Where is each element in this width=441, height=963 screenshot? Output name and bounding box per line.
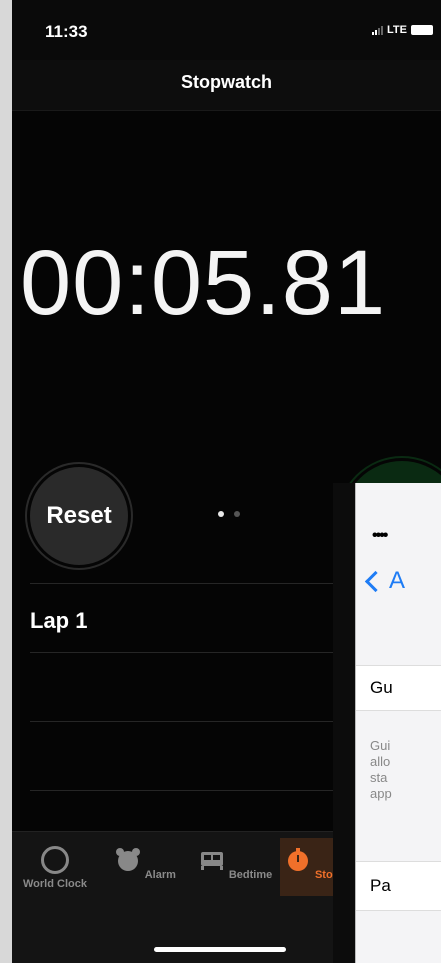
page-indicator[interactable] (218, 511, 240, 517)
status-time: 11:33 (45, 22, 88, 41)
battery-icon (411, 25, 433, 35)
status-bar: 11:33 LTE (12, 0, 441, 60)
home-indicator[interactable] (154, 947, 286, 952)
bed-icon (200, 852, 223, 870)
stopwatch-time-display: 00:05.81 (20, 232, 387, 334)
settings-screenshot-overlay: •••• A Gu Gui allo sta app Pa (333, 483, 441, 963)
page-dot (234, 511, 240, 517)
chevron-left-icon (364, 570, 387, 592)
page-dot (218, 511, 224, 517)
settings-cell-guided-access[interactable]: Gu (356, 665, 441, 711)
alarm-clock-icon (116, 848, 141, 871)
globe-icon (41, 846, 69, 874)
tab-label: Alarm (144, 869, 176, 881)
lap-label: Lap 1 (30, 608, 88, 633)
network-type: LTE (387, 24, 407, 36)
carrier-signal: •••• (372, 527, 388, 544)
page-title: Stopwatch (180, 72, 272, 92)
settings-cell-passcode[interactable]: Pa (356, 861, 441, 911)
status-indicators: LTE (372, 24, 433, 36)
tab-world-clock[interactable]: World Clock (16, 838, 94, 896)
settings-screen: •••• A Gu Gui allo sta app Pa (355, 483, 441, 963)
signal-icon (372, 25, 384, 35)
tab-alarm[interactable]: Alarm (106, 838, 184, 896)
cell-label: Gu (370, 678, 393, 697)
settings-description: Gui allo sta app (370, 738, 392, 801)
tab-bedtime[interactable]: Bedtime (196, 838, 274, 896)
reset-button[interactable]: Reset (30, 467, 128, 565)
back-button[interactable]: A (364, 567, 406, 595)
stopwatch-icon (287, 848, 308, 871)
tab-label: World Clock (23, 878, 87, 890)
back-label: A (389, 567, 406, 594)
navigation-bar: Stopwatch (12, 60, 441, 111)
cell-label: Pa (370, 876, 391, 895)
device-bezel (333, 483, 355, 963)
tab-label: Bedtime (228, 869, 273, 881)
